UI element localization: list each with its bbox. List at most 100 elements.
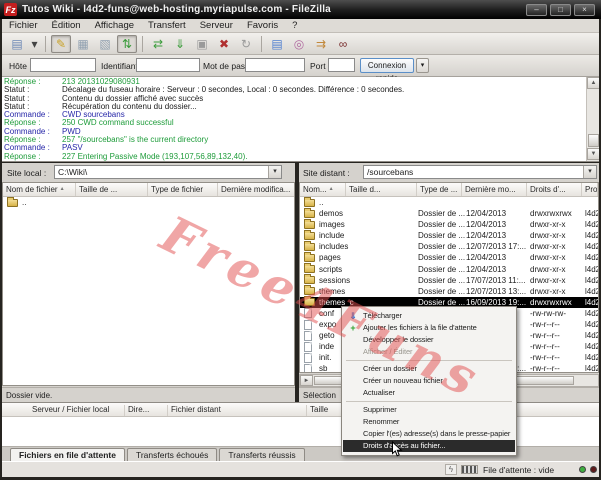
- process-queue-button[interactable]: ⇓: [170, 35, 190, 53]
- menu-item-serveur[interactable]: Serveur: [193, 19, 240, 32]
- remote-file-cell-name: geto: [319, 330, 335, 341]
- remote-file-cell-name: pages: [319, 252, 341, 263]
- queue-column-taille[interactable]: Taille: [310, 405, 328, 414]
- quickconnect-dropdown-icon[interactable]: ▾: [416, 58, 429, 73]
- scroll-right-icon[interactable]: ►: [300, 375, 313, 386]
- menu-item-item[interactable]: ?: [285, 19, 304, 32]
- remote-file-cell-owner: l4d2: [585, 241, 599, 252]
- menu-item-fichier[interactable]: Fichier: [2, 19, 45, 32]
- remote-file-cell-perms: -rw-r--r--: [530, 330, 560, 341]
- remote-file-row-includes[interactable]: includesDossier de ...12/07/2013 17:...d…: [300, 241, 598, 252]
- remote-file-row-images[interactable]: imagesDossier de ...12/04/2013drwxr-xr-x…: [300, 219, 598, 230]
- filter-button[interactable]: ▤: [267, 35, 287, 53]
- context-menu-item-droits-d-acces-au-fichier[interactable]: Droits d'accès au fichier...: [343, 440, 515, 452]
- remote-file-cell-perms: -rw-r--r--: [530, 352, 560, 363]
- log-scrollbar[interactable]: ▲ ▼: [586, 77, 599, 161]
- sync-browsing-button[interactable]: ⇉: [311, 35, 331, 53]
- remote-file-row-item[interactable]: ..: [300, 197, 598, 208]
- compare-button[interactable]: ◎: [289, 35, 309, 53]
- remote-file-row-sessions[interactable]: sessionsDossier de ...17/07/2013 11:...d…: [300, 275, 598, 286]
- remote-column-nom[interactable]: Nom...▴: [300, 183, 346, 196]
- menu-item-transfert[interactable]: Transfert: [141, 19, 193, 32]
- context-menu-item-creer-un-nouveau-fichier[interactable]: Créer un nouveau fichier: [343, 375, 515, 387]
- remote-file-row-pages[interactable]: pagesDossier de ...12/04/2013drwxr-xr-xl…: [300, 252, 598, 263]
- site-manager-dropdown-button[interactable]: ▾: [29, 35, 40, 53]
- status-badge-icon: [461, 465, 478, 474]
- toggle-queue-button[interactable]: ⇅: [117, 35, 137, 53]
- quickconnect-button[interactable]: Connexion rapide: [360, 58, 414, 73]
- tab-transferts-reussis[interactable]: Transferts réussis: [219, 448, 304, 461]
- toolbar-separator: [142, 36, 143, 52]
- local-path-dropdown-icon[interactable]: ▾: [268, 166, 281, 178]
- log-scrollbar-thumb[interactable]: [588, 134, 599, 147]
- context-menu-item-copier-l-es-adresse-s-dans-le-presse-papier[interactable]: Copier l'(es) adresse(s) dans le presse-…: [343, 428, 515, 440]
- remote-file-cell-name: conf: [319, 308, 334, 319]
- menu-item-favoris[interactable]: Favoris: [240, 19, 285, 32]
- minimize-button[interactable]: –: [526, 4, 547, 16]
- context-menu-item-supprimer[interactable]: Supprimer: [343, 404, 515, 416]
- cancel-button[interactable]: ▣: [192, 35, 212, 53]
- folder-icon: [304, 298, 315, 306]
- file-icon: [304, 308, 312, 318]
- password-input[interactable]: [245, 58, 305, 72]
- refresh-button[interactable]: ⇄: [148, 35, 168, 53]
- menu-item-edition[interactable]: Édition: [45, 19, 88, 32]
- remote-file-row-scripts[interactable]: scriptsDossier de ...12/04/2013drwxr-xr-…: [300, 264, 598, 275]
- queue-column-dire[interactable]: Dire...: [128, 405, 149, 414]
- queue-column-serveur-fichier-local[interactable]: Serveur / Fichier local: [32, 405, 109, 414]
- remote-file-cell-name: ..: [319, 197, 323, 208]
- remote-path-combo[interactable]: /sourcebans ▾: [363, 165, 597, 179]
- toggle-local-tree-button[interactable]: ▦: [73, 35, 93, 53]
- maximize-button[interactable]: □: [550, 4, 571, 16]
- local-column-nom-de-fichier[interactable]: Nom de fichier▴: [3, 183, 76, 196]
- local-column-label: Type de fichier: [151, 185, 203, 196]
- scroll-up-icon[interactable]: ▲: [587, 77, 599, 89]
- user-input[interactable]: [136, 58, 200, 72]
- reconnect-button[interactable]: ↻: [236, 35, 256, 53]
- remote-path-dropdown-icon[interactable]: ▾: [583, 166, 596, 178]
- tab-transferts-echoues[interactable]: Transferts échoués: [127, 448, 217, 461]
- remote-file-cell-name: sb_: [319, 363, 332, 373]
- remote-file-cell-date: 12/04/2013: [466, 208, 506, 219]
- context-menu-item-creer-un-dossier[interactable]: Créer un dossier: [343, 363, 515, 375]
- site-manager-button[interactable]: ▤: [7, 35, 27, 53]
- tab-fichiers-en-file-d-attente[interactable]: Fichiers en file d'attente: [10, 448, 125, 461]
- local-path-value: C:\Wiki\: [55, 167, 268, 177]
- find-files-button[interactable]: ∞: [333, 35, 353, 53]
- context-menu-item-renommer[interactable]: Renommer: [343, 416, 515, 428]
- local-column-taille-de[interactable]: Taille de ...: [76, 183, 148, 196]
- local-column-derniere-modifica[interactable]: Dernière modifica...: [218, 183, 295, 196]
- remote-column-pro[interactable]: Pro: [582, 183, 598, 196]
- local-path-combo[interactable]: C:\Wiki\ ▾: [54, 165, 282, 179]
- context-menu-item-ajouter-les-fichiers-a-la-file-d-attente[interactable]: +Ajouter les fichiers à la file d'attent…: [343, 322, 515, 334]
- scroll-down-icon[interactable]: ▼: [587, 148, 599, 160]
- remote-file-row-themes[interactable]: themesDossier de ...12/07/2013 13:...drw…: [300, 286, 598, 297]
- toggle-log-button[interactable]: ✎: [51, 35, 71, 53]
- remote-file-cell-type: Dossier de ...: [418, 275, 465, 286]
- port-input[interactable]: [328, 58, 355, 72]
- folder-icon: [7, 199, 18, 207]
- queue-column-fichier-distant[interactable]: Fichier distant: [171, 405, 221, 414]
- disconnect-button[interactable]: ✖: [214, 35, 234, 53]
- file-icon: [304, 364, 312, 373]
- toggle-remote-tree-button[interactable]: ▧: [95, 35, 115, 53]
- host-input[interactable]: [30, 58, 96, 72]
- remote-file-row-include[interactable]: includeDossier de ...12/04/2013drwxr-xr-…: [300, 230, 598, 241]
- remote-column-derniere-mo[interactable]: Dernière mo...: [462, 183, 527, 196]
- local-file-row-item[interactable]: ..: [3, 197, 294, 208]
- menu-item-affichage[interactable]: Affichage: [88, 19, 141, 32]
- context-menu-item-telecharger[interactable]: ⇓Télécharger: [343, 310, 515, 322]
- remote-file-cell-date: 12/04/2013: [466, 252, 506, 263]
- remote-column-droits-d[interactable]: Droits d'...: [527, 183, 582, 196]
- close-button[interactable]: ×: [574, 4, 595, 16]
- remote-column-taille-d[interactable]: Taille d...: [346, 183, 417, 196]
- local-column-type-de-fichier[interactable]: Type de fichier: [148, 183, 218, 196]
- title-bar[interactable]: Fz Tutos Wiki - l4d2-funs@web-hosting.my…: [0, 0, 601, 19]
- remote-file-row-demos[interactable]: demosDossier de ...12/04/2013drwxrwxrwxl…: [300, 208, 598, 219]
- context-menu-item-actualiser[interactable]: Actualiser: [343, 387, 515, 399]
- context-menu-item-developper-le-dossier[interactable]: Développer le dossier: [343, 334, 515, 346]
- context-menu-item-label: Afficher / Éditer: [363, 347, 412, 356]
- remote-column-type-de[interactable]: Type de ...: [417, 183, 462, 196]
- remote-file-cell-perms: drwxr-xr-x: [530, 275, 566, 286]
- remote-file-cell-perms: drwxrwxrwx: [530, 208, 572, 219]
